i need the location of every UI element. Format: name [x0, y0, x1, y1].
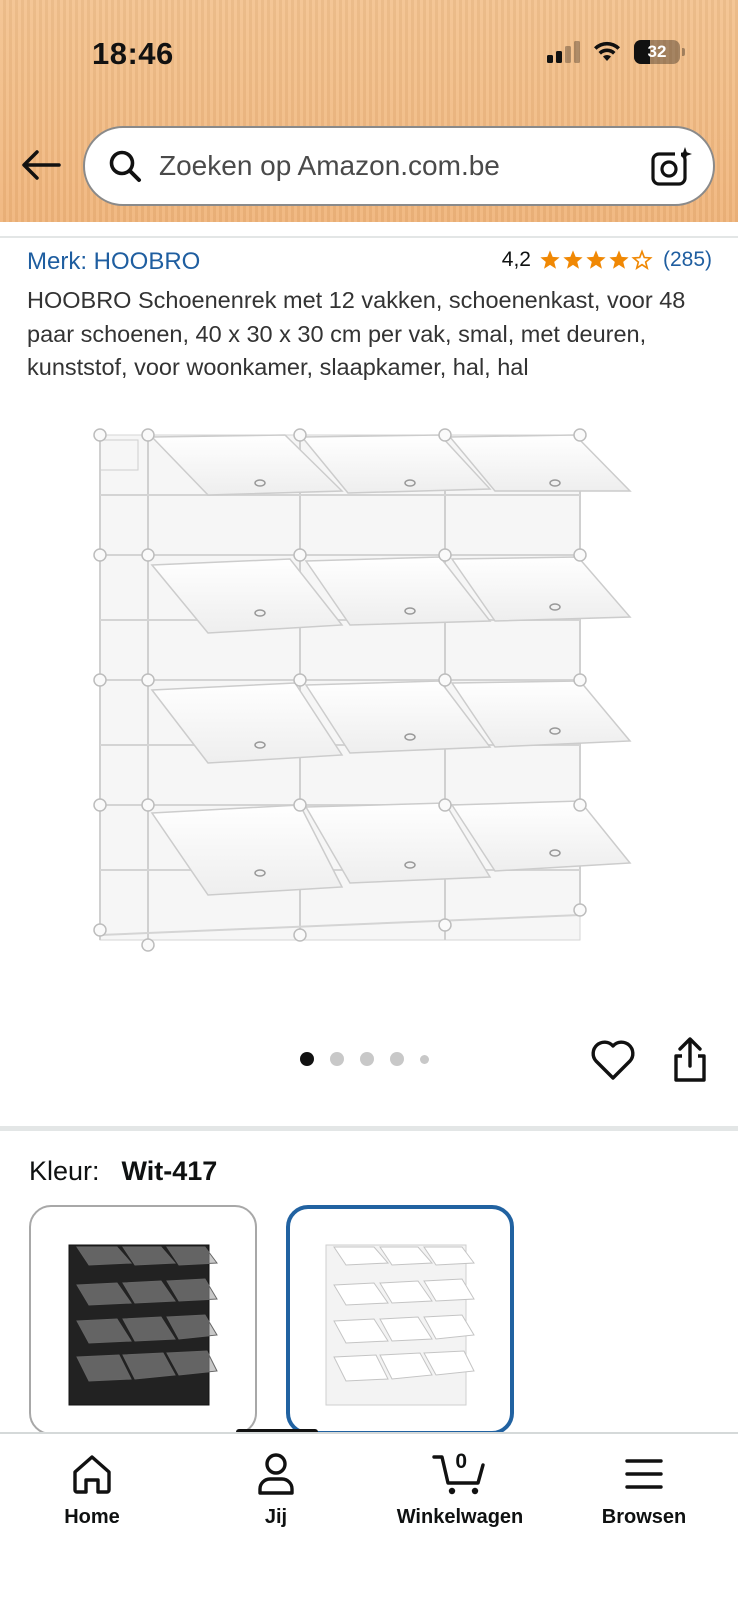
nav-home-label: Home: [64, 1506, 120, 1528]
rating-value: 4,2: [501, 248, 531, 271]
star-outline-icon: [631, 249, 653, 271]
search-input[interactable]: [159, 150, 629, 182]
cellular-signal-icon: [547, 41, 580, 63]
nav-cart-label: Winkelwagen: [396, 1506, 524, 1528]
app-header: 18:46 32: [0, 0, 738, 222]
back-button[interactable]: [18, 142, 64, 188]
color-swatch-white[interactable]: [286, 1205, 514, 1435]
status-icons: 32: [547, 40, 685, 64]
menu-icon: [620, 1450, 668, 1498]
image-pagination[interactable]: [300, 1052, 429, 1066]
product-title: HOOBRO Schoenenrek met 12 vakken, schoen…: [27, 287, 686, 380]
selected-color: Wit-417: [121, 1156, 218, 1186]
pagination-dot[interactable]: [420, 1054, 429, 1064]
status-time: 18:46: [92, 36, 174, 71]
camera-sparkle-icon: [651, 147, 692, 186]
battery-level: 32: [647, 42, 667, 61]
star-icon: [540, 250, 560, 269]
color-swatch-black[interactable]: [29, 1205, 257, 1435]
search-icon: [105, 146, 145, 186]
search-bar[interactable]: [83, 126, 715, 206]
rating-count: (285): [662, 248, 712, 271]
wifi-icon: [594, 41, 620, 61]
rating-summary[interactable]: 4,2 (285): [502, 248, 712, 272]
nav-you-label: Jij: [264, 1506, 288, 1528]
nav-cart[interactable]: 0 Winkelwagen: [380, 1450, 540, 1529]
share-button[interactable]: [668, 1036, 712, 1084]
shoe-rack-black-thumbnail: [68, 1244, 218, 1406]
pagination-dot[interactable]: [390, 1052, 404, 1066]
cart-icon: 0: [430, 1450, 490, 1498]
star-icon: [563, 250, 583, 269]
home-icon: [68, 1450, 116, 1498]
heart-icon: [591, 1040, 635, 1080]
wishlist-button[interactable]: [590, 1038, 636, 1082]
pagination-dot[interactable]: [300, 1052, 314, 1066]
section-divider: [0, 1126, 738, 1131]
bottom-navigation: Home Jij 0 Winkelwagen Browsen: [0, 1432, 738, 1600]
color-label: Kleur:: [29, 1156, 100, 1186]
shoe-rack-white-thumbnail: [325, 1244, 475, 1406]
nav-browse-label: Browsen: [601, 1506, 687, 1528]
shoe-rack-white-image: [93, 428, 632, 952]
person-icon: [252, 1450, 300, 1498]
product-image[interactable]: [80, 425, 660, 985]
arrow-left-icon: [22, 150, 61, 180]
nav-browse[interactable]: Browsen: [564, 1450, 724, 1529]
pagination-dot[interactable]: [330, 1052, 344, 1066]
share-icon: [674, 1037, 706, 1082]
camera-search-button[interactable]: [649, 144, 695, 190]
brand-link[interactable]: Merk: HOOBRO: [27, 248, 200, 276]
divider: [0, 236, 738, 238]
nav-home[interactable]: Home: [12, 1450, 172, 1529]
battery-icon: 32: [634, 40, 685, 64]
pagination-dot[interactable]: [360, 1052, 374, 1066]
star-icon: [586, 250, 606, 269]
cart-count: 0: [455, 1450, 468, 1473]
star-icon: [609, 250, 629, 269]
nav-you[interactable]: Jij: [196, 1450, 356, 1529]
color-variant-row: Kleur: Wit-417: [29, 1156, 217, 1187]
rating-stars: [539, 249, 653, 271]
